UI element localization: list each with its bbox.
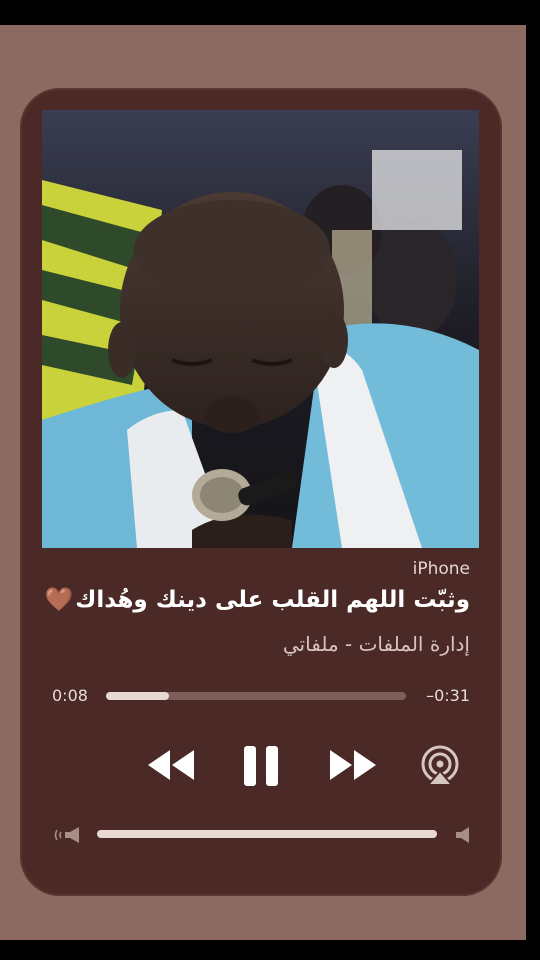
audio-source-label: iPhone [412, 559, 470, 579]
album-artwork [42, 110, 479, 548]
volume-slider[interactable] [97, 830, 437, 838]
volume-high-icon [456, 827, 469, 843]
remaining-time: –0:31 [426, 686, 470, 705]
track-artist: إدارة الملفات - ملفاتي [282, 632, 470, 656]
playback-progress-fill [106, 692, 169, 700]
volume-low-icon [54, 827, 79, 843]
track-title-text: وثبّت اللهم القلب على دينك وهُداك [75, 587, 470, 613]
track-title: وثبّت اللهم القلب على دينك وهُداك🤎 [45, 586, 470, 613]
pause-icon[interactable] [242, 744, 280, 788]
fast-forward-icon[interactable] [328, 748, 376, 782]
airplay-icon[interactable] [420, 744, 460, 786]
heart-emoji: 🤎 [44, 587, 74, 613]
elapsed-time: 0:08 [52, 686, 88, 705]
rewind-icon[interactable] [148, 748, 196, 782]
playback-scrubber[interactable] [106, 692, 406, 700]
volume-fill [97, 830, 437, 838]
